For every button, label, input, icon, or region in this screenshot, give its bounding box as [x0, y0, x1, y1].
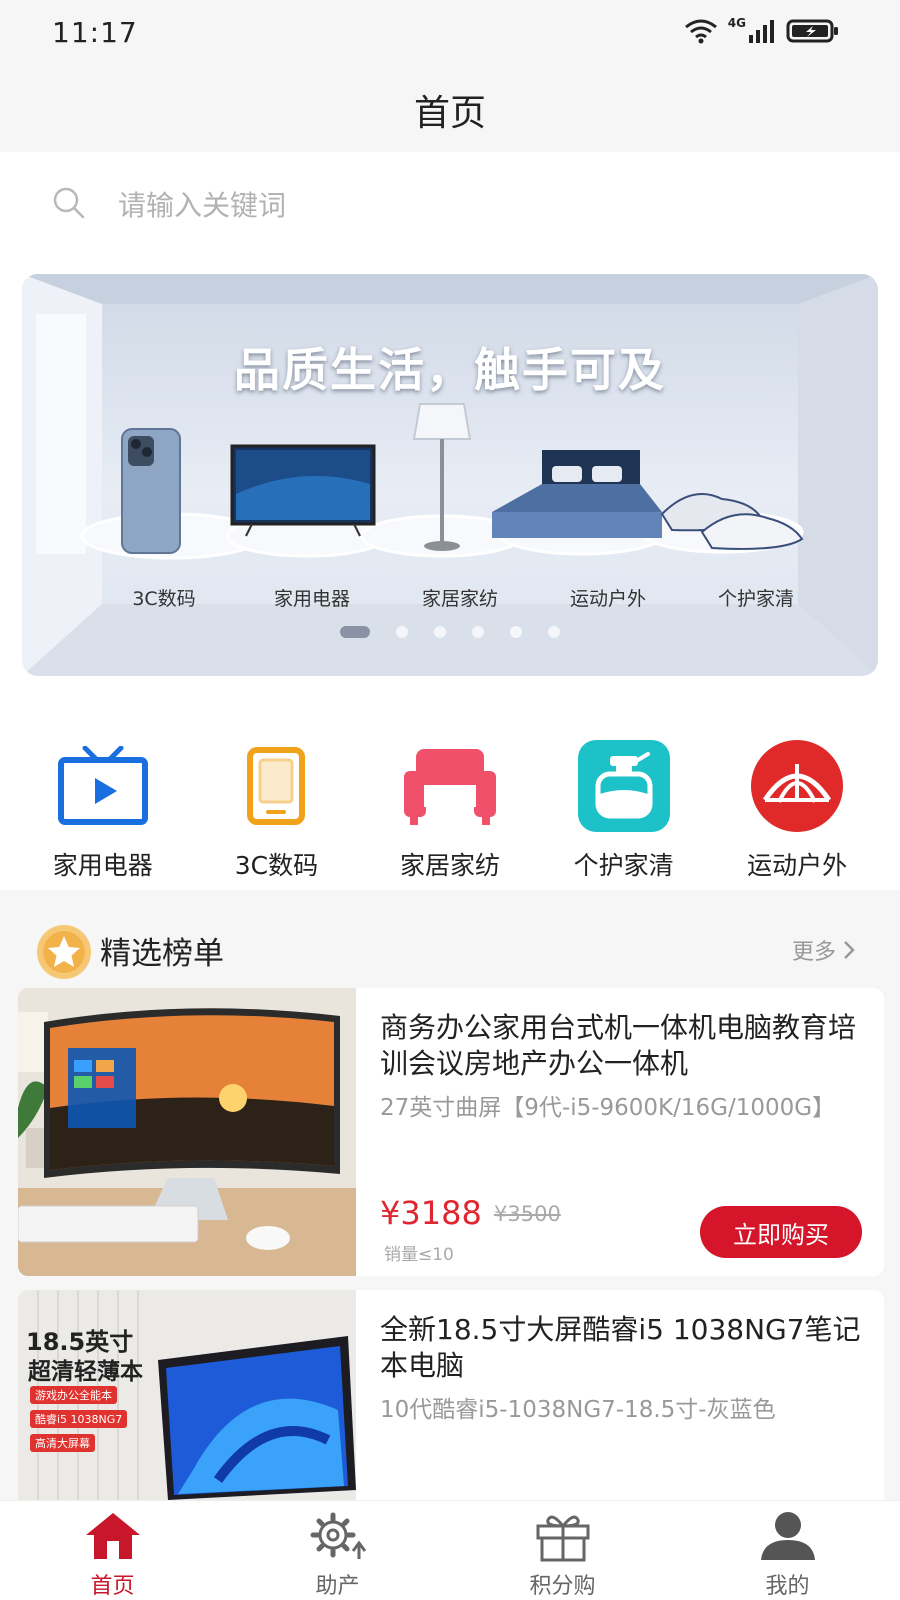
category-outdoor[interactable]: 运动户外: [717, 694, 877, 890]
banner-dot[interactable]: [472, 626, 484, 638]
banner-label-appliances[interactable]: 家用电器: [248, 584, 376, 611]
banner-dot[interactable]: [340, 626, 370, 638]
home-icon: [82, 1507, 144, 1564]
banner-carousel[interactable]: 品质生活，触手可及 3C数码 家用电器 家居家纺 运动户外 个护家清: [22, 274, 878, 676]
banner-dot[interactable]: [396, 626, 408, 638]
sofa-icon: [402, 738, 498, 834]
banner-label-outdoor[interactable]: 运动户外: [544, 584, 672, 611]
star-icon: [37, 925, 91, 979]
ranking-header: 精选榜单 更多: [0, 914, 900, 988]
banner-pagination: [22, 626, 878, 638]
bottom-tab-bar: 首页 助产 积分购 我的: [0, 1500, 900, 1600]
category-label: 家用电器: [52, 851, 153, 880]
category-care[interactable]: 个护家清: [544, 694, 704, 890]
banner-labels: 3C数码 家用电器 家居家纺 运动户外 个护家清: [100, 584, 820, 611]
product-card[interactable]: 商务办公家用台式机一体机电脑教育培训会议房地产办公一体机 27英寸曲屏【9代-i…: [18, 988, 884, 1276]
product-title[interactable]: 全新18.5寸大屏酷睿i5 1038NG7笔记本电脑: [380, 1312, 870, 1384]
banner-section: 品质生活，触手可及 3C数码 家用电器 家居家纺 运动户外 个护家清: [0, 258, 900, 694]
product-image[interactable]: 18.5英寸 超清轻薄本 游戏办公全能本 酷睿i5 1038NG7 高清大屏幕: [18, 1290, 356, 1500]
product-title[interactable]: 商务办公家用台式机一体机电脑教育培训会议房地产办公一体机: [380, 1010, 870, 1082]
product-spec: 27英寸曲屏【9代-i5-9600K/16G/1000G】: [380, 1095, 836, 1121]
buy-now-button[interactable]: 立即购买: [700, 1206, 862, 1258]
category-label: 运动户外: [747, 851, 848, 880]
category-grid: 家用电器 3C数码 家居家纺 个护家清 运动户外: [0, 694, 900, 890]
search-bar: [0, 152, 900, 258]
title-bar: 首页: [0, 68, 900, 152]
tab-mine[interactable]: 我的: [708, 1501, 868, 1600]
search-icon[interactable]: [52, 186, 86, 220]
bottle-icon: [576, 738, 672, 834]
product-sales: 销量≤10: [384, 1245, 454, 1265]
banner-title: 品质生活，触手可及: [234, 343, 666, 397]
category-label: 3C数码: [234, 851, 319, 880]
image-tag: 游戏办公全能本: [30, 1386, 117, 1404]
banner-dot[interactable]: [510, 626, 522, 638]
banner-dot[interactable]: [434, 626, 446, 638]
status-icons: 4G: [684, 16, 840, 44]
category-label: 个护家清: [573, 851, 674, 880]
user-icon: [757, 1507, 819, 1564]
gear-icon: [307, 1507, 369, 1564]
product-original-price: ¥3500: [494, 1202, 561, 1226]
page-title: 首页: [413, 93, 486, 134]
banner-label-care[interactable]: 个护家清: [692, 584, 820, 611]
product-image[interactable]: [18, 988, 356, 1276]
category-3c[interactable]: 3C数码: [196, 694, 356, 890]
signal-icon: [749, 20, 774, 43]
category-label: 家居家纺: [399, 851, 500, 880]
category-appliances[interactable]: 家用电器: [23, 694, 183, 890]
gift-icon: [532, 1507, 594, 1564]
image-subhead: 超清轻薄本: [28, 1359, 143, 1385]
tab-label: 我的: [765, 1574, 810, 1599]
more-label: 更多: [791, 940, 836, 965]
tab-label: 助产: [315, 1574, 360, 1599]
image-tag: 酷睿i5 1038NG7: [30, 1410, 128, 1428]
network-type: 4G: [727, 16, 746, 30]
search-input[interactable]: [118, 178, 818, 232]
tab-assist[interactable]: 助产: [258, 1501, 418, 1600]
tent-icon: [749, 738, 845, 834]
banner-label-home[interactable]: 家居家纺: [396, 584, 524, 611]
product-card[interactable]: 18.5英寸 超清轻薄本 游戏办公全能本 酷睿i5 1038NG7 高清大屏幕 …: [18, 1290, 884, 1500]
tab-label: 首页: [90, 1574, 135, 1599]
status-bar: 11:17 4G: [0, 0, 900, 68]
banner-label-3c[interactable]: 3C数码: [100, 584, 228, 611]
product-spec: 10代酷睿i5-1038NG7-18.5寸-灰蓝色: [380, 1397, 776, 1423]
wifi-icon: [684, 19, 717, 44]
tab-points-shop[interactable]: 积分购: [483, 1501, 643, 1600]
tablet-icon: [228, 738, 324, 834]
battery-icon: [786, 19, 838, 43]
product-price: ¥3188: [380, 1194, 482, 1232]
category-home[interactable]: 家居家纺: [370, 694, 530, 890]
chevron-right-icon: [844, 941, 855, 959]
ranking-more-link[interactable]: 更多: [792, 934, 856, 966]
status-time: 11:17: [52, 16, 138, 49]
tab-label: 积分购: [529, 1574, 596, 1599]
tab-home[interactable]: 首页: [33, 1501, 193, 1600]
image-tag: 高清大屏幕: [30, 1434, 95, 1452]
banner-dot[interactable]: [548, 626, 560, 638]
ranking-title: 精选榜单: [100, 936, 224, 972]
tv-icon: [55, 738, 151, 834]
